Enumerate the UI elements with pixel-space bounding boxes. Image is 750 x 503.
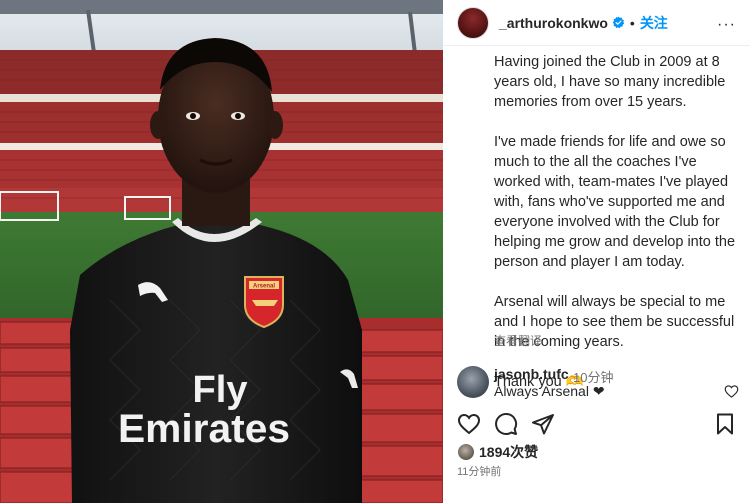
heart-icon[interactable] <box>457 412 481 436</box>
bookmark-icon[interactable] <box>713 412 737 436</box>
commenter-username[interactable]: jasonb.tufc <box>494 366 569 382</box>
stadium-photo: Arsenal Fly Emirates <box>0 0 443 503</box>
likes-count[interactable]: 1894次赞 <box>479 442 538 462</box>
comment-like-heart-icon[interactable] <box>724 384 739 399</box>
liker-avatar <box>457 443 475 461</box>
commenter-avatar[interactable] <box>457 366 489 398</box>
author-avatar[interactable] <box>457 6 489 39</box>
paper-plane-icon[interactable] <box>531 412 555 436</box>
likes-summary[interactable]: 1894次赞 <box>457 442 538 462</box>
comment-item: jasonb.tufc 10分钟 Always Arsenal ❤ <box>457 366 747 402</box>
comment-text: Always Arsenal ❤ <box>494 383 605 399</box>
post-timestamp: 11分钟前 <box>457 466 502 478</box>
post-side-panel: _arthurokonkwo • 关注 ··· Having joined th… <box>443 0 750 503</box>
verified-badge-icon <box>612 16 625 29</box>
author-username[interactable]: _arthurokonkwo <box>499 15 608 31</box>
post-actions-bar <box>443 410 750 438</box>
shirt-sponsor-line2: Emirates <box>118 407 290 451</box>
crest-text: Arsenal <box>253 284 275 290</box>
shirt-sponsor-line1: Fly <box>193 369 248 411</box>
header-separator: • <box>629 14 635 31</box>
more-options-icon[interactable]: ··· <box>717 16 736 34</box>
post-header: _arthurokonkwo • 关注 ··· <box>443 0 750 46</box>
caption-paragraph: Having joined the Club in 2009 at 8 year… <box>494 54 726 110</box>
see-translation-link[interactable]: 查看翻译 <box>494 332 542 349</box>
caption-paragraph: I've made friends for life and owe so mu… <box>494 134 736 270</box>
comment-bubble-icon[interactable] <box>494 412 518 436</box>
post-photo[interactable]: Arsenal Fly Emirates <box>0 0 443 503</box>
follow-button[interactable]: 关注 <box>640 13 668 33</box>
